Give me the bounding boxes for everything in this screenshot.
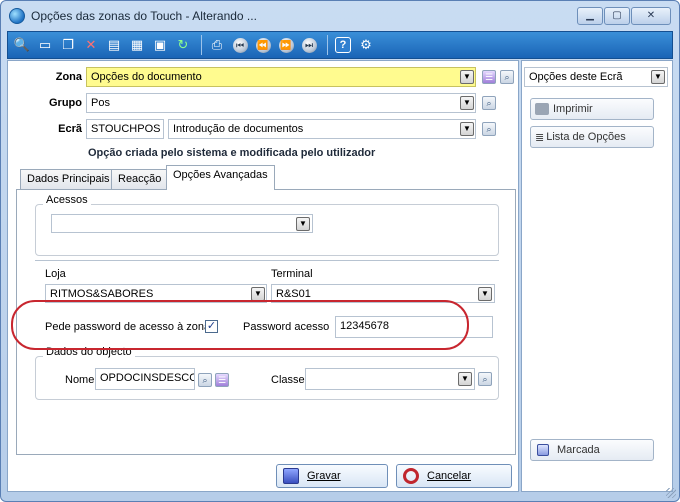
- main-content: Zona Opções do documento ▼ ☰ ⌕ Grupo Pos…: [7, 60, 519, 492]
- bookmark-icon: [537, 444, 549, 456]
- save-icon: [283, 468, 299, 484]
- objecto-title: Dados do objecto: [43, 346, 135, 358]
- tab-dados-principais[interactable]: Dados Principais: [20, 169, 117, 189]
- next-record-glyph: ⏩: [278, 37, 294, 53]
- toolbar: 🔍 ▭ ❐ ✕ ▤ ▦ ▣ ↻ ⎙ ⏮ ⏪ ⏩ ⏭ ? ⚙: [7, 31, 673, 59]
- zona-label: Zona: [55, 71, 82, 83]
- pede-password-checkbox[interactable]: ✓: [205, 320, 218, 333]
- password-label: Password acesso: [243, 321, 330, 333]
- divider: [35, 260, 499, 261]
- marcada-label: Marcada: [557, 444, 600, 456]
- grupo-label: Grupo: [49, 97, 82, 109]
- help-icon[interactable]: ?: [333, 35, 353, 55]
- tab-reaccao[interactable]: Reacção: [111, 169, 169, 189]
- cancelar-label: Cancelar: [427, 470, 472, 482]
- loja-dropdown-button[interactable]: ▼: [251, 287, 265, 301]
- ecra-dropdown-button[interactable]: ▼: [460, 122, 474, 136]
- settings-icon[interactable]: ⚙: [356, 35, 376, 55]
- password-field[interactable]: 12345678: [335, 316, 493, 338]
- loja-label: Loja: [45, 268, 66, 280]
- screen-options-dropdown-button[interactable]: ▼: [651, 70, 665, 84]
- search-icon[interactable]: 🔍: [12, 35, 32, 55]
- gravar-button[interactable]: Gravar: [276, 464, 388, 488]
- cancel-icon: [403, 468, 419, 484]
- marcada-button[interactable]: Marcada: [530, 439, 654, 461]
- ecra-code-field[interactable]: STOUCHPOS: [86, 119, 164, 139]
- zona-dropdown-button[interactable]: ▼: [460, 70, 474, 84]
- minimize-button[interactable]: ▁: [577, 7, 603, 25]
- close-button[interactable]: ✕: [631, 7, 671, 25]
- classe-dropdown-button[interactable]: ▼: [458, 372, 472, 386]
- window-controls: ▁ ▢ ✕: [576, 7, 671, 25]
- application-window: Opções das zonas do Touch - Alterando ..…: [0, 0, 680, 502]
- classe-label: Classe: [271, 374, 305, 386]
- grupo-dropdown-button[interactable]: ▼: [460, 96, 474, 110]
- window-title: Opções das zonas do Touch - Alterando ..…: [31, 9, 257, 23]
- copy-icon[interactable]: ❐: [58, 35, 78, 55]
- gravar-label: Gravar: [307, 470, 341, 482]
- acessos-dropdown-button[interactable]: ▼: [296, 217, 310, 231]
- list-icon: ≣: [535, 131, 545, 144]
- status-note: Opção criada pelo sistema e modificada p…: [88, 147, 376, 159]
- last-record-icon[interactable]: ⏭: [299, 35, 319, 55]
- ecra-search-icon[interactable]: ⌕: [482, 122, 496, 136]
- classe-search-icon[interactable]: ⌕: [478, 372, 492, 386]
- resize-grip-icon[interactable]: [666, 488, 676, 498]
- nome-list-icon[interactable]: ☰: [215, 373, 229, 387]
- screen-options-select[interactable]: Opções deste Ecrã: [524, 67, 668, 87]
- properties-icon[interactable]: ▤: [104, 35, 124, 55]
- terminal-field[interactable]: R&S01: [271, 284, 495, 303]
- acessos-select[interactable]: [51, 214, 313, 233]
- classe-field[interactable]: [305, 368, 475, 390]
- zona-field[interactable]: Opções do documento: [86, 67, 476, 87]
- nome-field[interactable]: OPDOCINSDESCONT: [95, 368, 195, 390]
- help-glyph: ?: [335, 37, 351, 53]
- grupo-field[interactable]: Pos: [86, 93, 476, 113]
- refresh-icon[interactable]: ↻: [173, 35, 193, 55]
- lista-opcoes-button[interactable]: ≣ Lista de Opções: [530, 126, 654, 148]
- maximize-button[interactable]: ▢: [604, 7, 630, 25]
- next-record-icon[interactable]: ⏩: [276, 35, 296, 55]
- imprimir-button[interactable]: Imprimir: [530, 98, 654, 120]
- lista-opcoes-label: Lista de Opções: [546, 131, 626, 143]
- grupo-search-icon[interactable]: ⌕: [482, 96, 496, 110]
- acessos-title: Acessos: [43, 194, 91, 206]
- terminal-label: Terminal: [271, 268, 313, 280]
- toolbar-separator: [327, 35, 328, 55]
- toolbar-separator: [201, 35, 202, 55]
- title-bar: Opções das zonas do Touch - Alterando ..…: [1, 1, 679, 31]
- first-record-glyph: ⏮: [232, 37, 248, 53]
- right-panel: Opções deste Ecrã ▼ Imprimir ≣ Lista de …: [521, 60, 673, 492]
- ecra-field[interactable]: Introdução de documentos: [168, 119, 476, 139]
- tab-opcoes-avancadas[interactable]: Opções Avançadas: [166, 165, 275, 190]
- new-document-icon[interactable]: ▭: [35, 35, 55, 55]
- previous-record-glyph: ⏪: [255, 37, 271, 53]
- imprimir-label: Imprimir: [553, 103, 593, 115]
- previous-record-icon[interactable]: ⏪: [253, 35, 273, 55]
- print-preview-icon[interactable]: ⎙: [207, 35, 227, 55]
- tab-panel-opcoes-avancadas: Acessos ▼ Loja RITMOS&SABORES ▼ Terminal…: [16, 189, 516, 455]
- terminal-dropdown-button[interactable]: ▼: [478, 287, 492, 301]
- nome-label: Nome: [65, 374, 95, 386]
- grid-icon[interactable]: ▦: [127, 35, 147, 55]
- export-icon[interactable]: ▣: [150, 35, 170, 55]
- nome-search-icon[interactable]: ⌕: [198, 373, 212, 387]
- zona-list-icon[interactable]: ☰: [482, 70, 496, 84]
- print-icon: [535, 103, 549, 115]
- app-icon: [9, 8, 25, 24]
- ecra-label: Ecrã: [58, 123, 82, 135]
- loja-field[interactable]: RITMOS&SABORES: [45, 284, 267, 303]
- pede-password-label: Pede password de acesso à zona: [45, 321, 211, 333]
- last-record-glyph: ⏭: [301, 37, 317, 53]
- delete-icon[interactable]: ✕: [81, 35, 101, 55]
- cancelar-button[interactable]: Cancelar: [396, 464, 512, 488]
- first-record-icon[interactable]: ⏮: [230, 35, 250, 55]
- zona-search-icon[interactable]: ⌕: [500, 70, 514, 84]
